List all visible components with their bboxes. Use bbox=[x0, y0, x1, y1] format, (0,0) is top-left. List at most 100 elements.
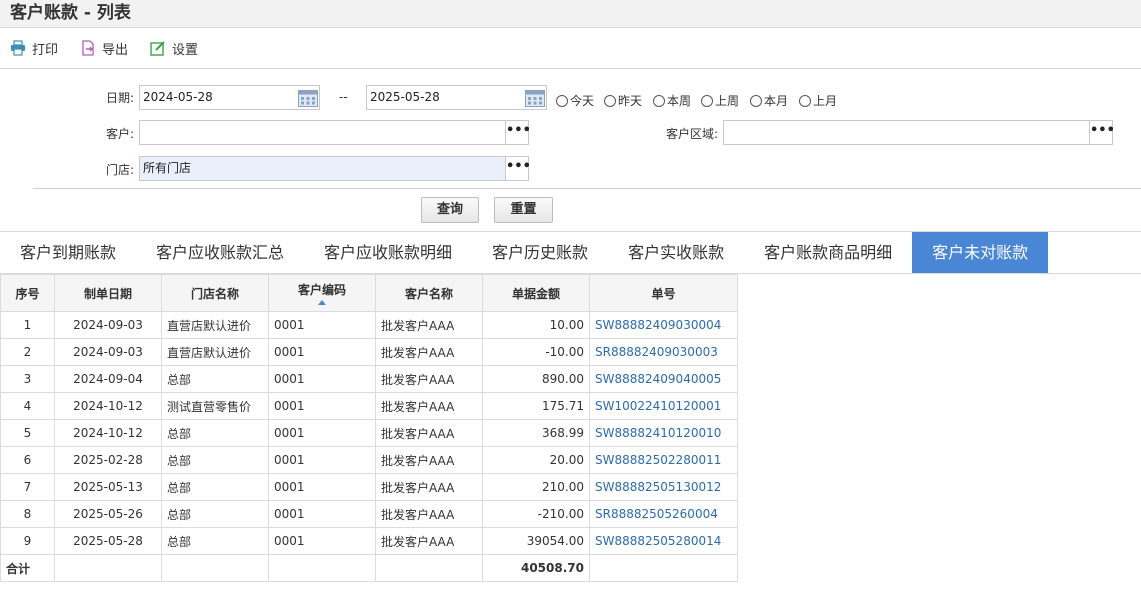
radio-this-month[interactable]: 本月 bbox=[750, 92, 788, 109]
reset-button[interactable]: 重置 bbox=[494, 197, 553, 223]
radio-circle[interactable] bbox=[799, 94, 811, 107]
tab-received-accounts[interactable]: 客户实收账款 bbox=[608, 232, 744, 273]
tab-history-accounts[interactable]: 客户历史账款 bbox=[472, 232, 608, 273]
cell-customer-name: 批发客户AAA bbox=[375, 419, 483, 447]
cell-index: 7 bbox=[0, 473, 55, 501]
column-header-date[interactable]: 制单日期 bbox=[54, 274, 162, 312]
total-empty-cell bbox=[375, 554, 483, 582]
calendar-icon[interactable] bbox=[298, 88, 318, 107]
column-header-amount[interactable]: 单据金额 bbox=[482, 274, 590, 312]
column-header-index[interactable]: 序号 bbox=[0, 274, 55, 312]
region-input[interactable] bbox=[723, 120, 1090, 145]
table-row[interactable]: 1 2024-09-03 直营店默认进价 0001 批发客户AAA 10.00 SW8888… bbox=[0, 311, 738, 339]
store-value: 所有门店 bbox=[143, 161, 192, 175]
radio-label: 昨天 bbox=[618, 94, 643, 108]
radio-today[interactable]: 今天 bbox=[556, 92, 594, 109]
table-row[interactable]: 8 2025-05-26 总部 0001 批发客户AAA -210.00 SR8888250… bbox=[0, 500, 738, 528]
cell-store: 直营店默认进价 bbox=[161, 311, 269, 339]
radio-circle[interactable] bbox=[556, 94, 568, 107]
radio-circle[interactable] bbox=[750, 94, 762, 107]
column-header-customer-code[interactable]: 客户编码 bbox=[268, 274, 376, 312]
total-row: 合计 40508.70 bbox=[0, 554, 738, 582]
calendar-icon[interactable] bbox=[525, 88, 545, 107]
cell-index: 5 bbox=[0, 419, 55, 447]
customer-picker-button[interactable]: ••• bbox=[505, 120, 531, 145]
title-bar: 客户账款 - 列表 bbox=[0, 0, 1141, 28]
cell-customer-name: 批发客户AAA bbox=[375, 311, 483, 339]
cell-amount: 210.00 bbox=[482, 473, 590, 501]
total-empty-cell bbox=[268, 554, 376, 582]
cell-date: 2024-09-03 bbox=[54, 338, 162, 366]
print-label: 打印 bbox=[32, 42, 59, 58]
cell-index: 9 bbox=[0, 527, 55, 555]
customer-input[interactable] bbox=[139, 120, 506, 145]
date-to-value: 2025-05-28 bbox=[370, 90, 440, 104]
cell-customer-code: 0001 bbox=[268, 473, 376, 501]
cell-amount: 10.00 bbox=[482, 311, 590, 339]
table-row[interactable]: 7 2025-05-13 总部 0001 批发客户AAA 210.00 SW88882505… bbox=[0, 473, 738, 501]
tab-receivables-detail[interactable]: 客户应收账款明细 bbox=[304, 232, 472, 273]
cell-index: 1 bbox=[0, 311, 55, 339]
date-from-value: 2024-05-28 bbox=[143, 90, 213, 104]
cell-amount: 890.00 bbox=[482, 365, 590, 393]
date-from-input[interactable]: 2024-05-28 bbox=[139, 85, 320, 110]
radio-last-week[interactable]: 上周 bbox=[701, 92, 739, 109]
store-picker-button[interactable]: ••• bbox=[505, 156, 531, 181]
settings-button[interactable]: 设置 bbox=[150, 39, 198, 58]
tab-product-detail[interactable]: 客户账款商品明细 bbox=[744, 232, 912, 273]
radio-circle[interactable] bbox=[701, 94, 713, 107]
page-title: 客户账款 - 列表 bbox=[10, 3, 131, 23]
tab-receivables-summary[interactable]: 客户应收账款汇总 bbox=[136, 232, 304, 273]
table-row[interactable]: 4 2024-10-12 测试直营零售价 0001 批发客户AAA 175.71 SW100… bbox=[0, 392, 738, 420]
table-row[interactable]: 3 2024-09-04 总部 0001 批发客户AAA 890.00 SW88882409… bbox=[0, 365, 738, 393]
radio-circle[interactable] bbox=[653, 94, 665, 107]
cell-amount: 175.71 bbox=[482, 392, 590, 420]
radio-this-week[interactable]: 本周 bbox=[653, 92, 691, 109]
total-label: 合计 bbox=[0, 554, 55, 582]
cell-index: 3 bbox=[0, 365, 55, 393]
doc-number-link[interactable]: SR88882409030003 bbox=[589, 338, 738, 366]
filter-panel: 日期: 2024-05-28 -- 2025-05-28 今天 昨天 本周 上周… bbox=[0, 70, 1141, 231]
column-header-doc-no[interactable]: 单号 bbox=[589, 274, 738, 312]
cell-customer-code: 0001 bbox=[268, 527, 376, 555]
doc-number-link[interactable]: SW88882505280014 bbox=[589, 527, 738, 555]
store-label: 门店: bbox=[105, 163, 134, 177]
table-row[interactable]: 6 2025-02-28 总部 0001 批发客户AAA 20.00 SW888825022… bbox=[0, 446, 738, 474]
cell-customer-name: 批发客户AAA bbox=[375, 500, 483, 528]
tab-due-accounts[interactable]: 客户到期账款 bbox=[0, 232, 136, 273]
region-picker-button[interactable]: ••• bbox=[1089, 120, 1115, 145]
radio-label: 上月 bbox=[813, 94, 838, 108]
export-icon bbox=[82, 40, 94, 56]
column-header-store[interactable]: 门店名称 bbox=[161, 274, 269, 312]
cell-customer-code: 0001 bbox=[268, 365, 376, 393]
customer-label: 客户: bbox=[105, 127, 134, 141]
doc-number-link[interactable]: SW88882409040005 bbox=[589, 365, 738, 393]
table-row[interactable]: 9 2025-05-28 总部 0001 批发客户AAA 39054.00 SW888825… bbox=[0, 527, 738, 555]
cell-customer-code: 0001 bbox=[268, 500, 376, 528]
doc-number-link[interactable]: SW88882409030004 bbox=[589, 311, 738, 339]
doc-number-link[interactable]: SW88882502280011 bbox=[589, 446, 738, 474]
column-header-customer-name[interactable]: 客户名称 bbox=[375, 274, 483, 312]
region-label: 客户区域: bbox=[665, 127, 718, 141]
radio-yesterday[interactable]: 昨天 bbox=[604, 92, 642, 109]
cell-store: 直营店默认进价 bbox=[161, 338, 269, 366]
tab-unreconciled[interactable]: 客户未对账款 bbox=[912, 232, 1049, 273]
export-button[interactable]: 导出 bbox=[80, 39, 128, 58]
doc-number-link[interactable]: SW10022410120001 bbox=[589, 392, 738, 420]
doc-number-link[interactable]: SW88882410120010 bbox=[589, 419, 738, 447]
table-row[interactable]: 5 2024-10-12 总部 0001 批发客户AAA 368.99 SW88882410… bbox=[0, 419, 738, 447]
query-button[interactable]: 查询 bbox=[421, 197, 479, 223]
print-button[interactable]: 打印 bbox=[10, 39, 58, 58]
cell-date: 2025-05-13 bbox=[54, 473, 162, 501]
store-input[interactable]: 所有门店 bbox=[139, 156, 506, 181]
doc-number-link[interactable]: SR88882505260004 bbox=[589, 500, 738, 528]
radio-circle[interactable] bbox=[604, 94, 616, 107]
radio-label: 今天 bbox=[570, 94, 595, 108]
doc-number-link[interactable]: SW88882505130012 bbox=[589, 473, 738, 501]
radio-last-month[interactable]: 上月 bbox=[799, 92, 837, 109]
cell-customer-name: 批发客户AAA bbox=[375, 365, 483, 393]
cell-customer-code: 0001 bbox=[268, 338, 376, 366]
date-to-input[interactable]: 2025-05-28 bbox=[366, 85, 547, 110]
table-row[interactable]: 2 2024-09-03 直营店默认进价 0001 批发客户AAA -10.00 SR888… bbox=[0, 338, 738, 366]
total-empty-cell bbox=[589, 554, 738, 582]
